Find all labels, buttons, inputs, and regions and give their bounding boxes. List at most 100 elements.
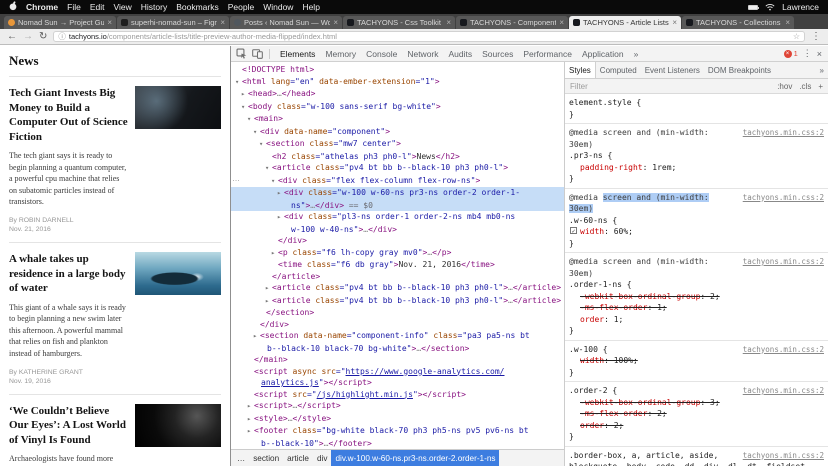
css-property[interactable]: -ms-flex-order: 2; <box>569 408 824 420</box>
menu-item-history[interactable]: History <box>141 2 167 12</box>
bookmark-star-icon[interactable]: ☆ <box>793 32 800 41</box>
browser-tab-active[interactable]: TACHYONS - Article Lists | Tit…× <box>569 16 681 29</box>
dom-tree-line[interactable]: ▾<article class="pv4 bt bb b--black-10 p… <box>231 162 564 175</box>
sidebar-tabs-overflow-icon[interactable]: » <box>816 62 828 78</box>
dom-tree-line[interactable]: ▸<div class="pl3-ns order-1 order-2-ns m… <box>231 211 564 224</box>
css-property[interactable]: order: 2; <box>569 420 824 432</box>
dom-tree-line[interactable]: ▸<footer class="bg-white black-70 ph3 ph… <box>231 425 564 438</box>
browser-tab[interactable]: TACHYONS - Components× <box>456 16 568 29</box>
dom-tree-line[interactable]: </main> <box>231 354 564 366</box>
expand-arrow-icon[interactable]: ▾ <box>253 127 260 139</box>
stylesheet-link[interactable]: tachyons.min.css:2 <box>743 192 824 204</box>
menu-item-view[interactable]: View <box>113 2 131 12</box>
sidebar-tab-computed[interactable]: Computed <box>596 62 641 78</box>
expand-arrow-icon[interactable]: ▸ <box>247 401 254 413</box>
expand-arrow-icon[interactable]: ▸ <box>265 296 272 308</box>
dom-tree-line-selected[interactable]: ns">…</div> == $0 <box>231 200 564 212</box>
css-property[interactable]: -ms-flex-order: 1; <box>569 302 824 314</box>
tabs-overflow-icon[interactable]: » <box>631 49 642 59</box>
dom-tree-line[interactable]: ▸<head>…</head> <box>231 88 564 101</box>
pseudo-state-toggle[interactable]: :hov <box>777 82 792 91</box>
tab-close-icon[interactable]: × <box>107 18 112 27</box>
browser-tab[interactable]: TACHYONS - Css Toolkit× <box>343 16 455 29</box>
css-property[interactable]: padding-right: 1rem; <box>569 162 824 174</box>
dom-tree-line[interactable]: ▸<article class="pv4 bt bb b--black-10 p… <box>231 295 564 308</box>
expand-arrow-icon[interactable]: ▾ <box>259 139 266 151</box>
tab-close-icon[interactable]: × <box>785 18 790 27</box>
tab-close-icon[interactable]: × <box>220 18 225 27</box>
devtools-tab-memory[interactable]: Memory <box>320 49 361 59</box>
devtools-tab-sources[interactable]: Sources <box>477 49 518 59</box>
menu-item-bookmarks[interactable]: Bookmarks <box>176 2 219 12</box>
browser-tab[interactable]: superhi-nomad-sun – Figma× <box>117 16 229 29</box>
expand-arrow-icon[interactable]: ▾ <box>271 176 278 188</box>
dom-tree-line[interactable]: ▾<div class="flex flex-column flex-row-n… <box>231 175 564 188</box>
reload-button[interactable]: ↻ <box>39 32 47 42</box>
css-property[interactable]: -webkit-box-ordinal-group: 2; <box>569 291 824 303</box>
dom-tree-line[interactable]: <script async src="https://www.google-an… <box>231 366 564 378</box>
browser-menu-icon[interactable]: ⋮ <box>811 32 821 42</box>
devtools-tab-audits[interactable]: Audits <box>444 49 478 59</box>
dom-tree-line[interactable]: ▾<div data-name="component"> <box>231 126 564 139</box>
sidebar-tab-event-listeners[interactable]: Event Listeners <box>641 62 704 78</box>
expand-arrow-icon[interactable]: ▾ <box>265 163 272 175</box>
new-style-rule-button[interactable]: + <box>818 82 823 91</box>
expand-arrow-icon[interactable]: ▾ <box>235 77 242 89</box>
apple-menu-icon[interactable] <box>9 1 17 13</box>
browser-tab[interactable]: Nomad Sun → Project Guide× <box>4 16 116 29</box>
menu-item-help[interactable]: Help <box>302 2 319 12</box>
stylesheet-link[interactable]: tachyons.min.css:2 <box>743 344 824 356</box>
dom-tree-line[interactable]: </div> <box>231 319 564 331</box>
dom-tree-line[interactable]: ▾<html lang="en" data-ember-extension="1… <box>231 76 564 89</box>
expand-arrow-icon[interactable]: ▾ <box>247 114 254 126</box>
omnibox[interactable]: ⓘ tachyons.io/components/article-lists/t… <box>53 31 805 42</box>
site-info-icon[interactable]: ⓘ <box>58 31 66 42</box>
devtools-tab-elements[interactable]: Elements <box>275 49 320 59</box>
back-button[interactable]: ← <box>7 32 17 42</box>
dom-tree-line[interactable]: ▸<article class="pv4 bt bb b--black-10 p… <box>231 282 564 295</box>
expand-arrow-icon[interactable]: ▸ <box>253 331 260 343</box>
dom-tree-line[interactable]: w-100 w-40-ns">…</div> <box>231 224 564 236</box>
browser-tab[interactable]: Posts ‹ Nomad Sun — WordP…× <box>230 16 342 29</box>
breadcrumb-item[interactable]: section <box>249 454 283 463</box>
breadcrumb-selected[interactable]: div.w-100.w-60-ns.pr3-ns.order-2.order-1… <box>331 450 499 466</box>
property-checkbox[interactable]: ✓ <box>570 227 577 234</box>
stylesheet-link[interactable]: tachyons.min.css:2 <box>743 450 824 462</box>
breadcrumb-item[interactable]: … <box>233 454 249 463</box>
dom-tree-line[interactable]: <h2 class="athelas ph3 ph0-l">News</h2> <box>231 151 564 163</box>
forward-button[interactable]: → <box>23 32 33 42</box>
tab-close-icon[interactable]: × <box>446 18 451 27</box>
stylesheet-link[interactable]: tachyons.min.css:2 <box>743 127 824 139</box>
menu-item-window[interactable]: Window <box>263 2 293 12</box>
dom-tree-line[interactable]: ▸<p class="f6 lh-copy gray mv0">…</p> <box>231 247 564 260</box>
menubar-user[interactable]: Lawrence <box>782 2 819 12</box>
dom-tree-line[interactable]: </div> <box>231 235 564 247</box>
devtools-close-icon[interactable]: × <box>817 49 822 59</box>
sidebar-tab-dom-breakpoints[interactable]: DOM Breakpoints <box>704 62 775 78</box>
menu-item-people[interactable]: People <box>228 2 254 12</box>
css-property[interactable]: width: 100%; <box>569 355 824 367</box>
devtools-tab-console[interactable]: Console <box>361 49 402 59</box>
tab-close-icon[interactable]: × <box>672 18 677 27</box>
css-property[interactable]: -webkit-box-ordinal-group: 3; <box>569 397 824 409</box>
expand-arrow-icon[interactable]: ▸ <box>277 212 284 224</box>
device-toolbar-icon[interactable] <box>250 48 264 60</box>
expand-arrow-icon[interactable]: ▸ <box>241 89 248 101</box>
css-property[interactable]: ✓width: 60%; <box>569 226 824 238</box>
expand-arrow-icon[interactable]: ▸ <box>271 248 278 260</box>
console-error-badge[interactable]: × 1 <box>784 49 798 58</box>
dom-tree-line[interactable]: analytics.js"></script> <box>231 377 564 389</box>
tab-close-icon[interactable]: × <box>333 18 338 27</box>
dom-tree-line[interactable]: ▾<main> <box>231 113 564 126</box>
expand-arrow-icon[interactable]: ▸ <box>265 283 272 295</box>
dom-tree-line[interactable]: <script src="/js/highlight.min.js"></scr… <box>231 389 564 401</box>
dom-tree-line[interactable]: b--black-10 black-70 bg-white">…</sectio… <box>231 343 564 355</box>
dom-tree-line[interactable]: ▸<section data-name="component-info" cla… <box>231 330 564 343</box>
stylesheet-link[interactable]: tachyons.min.css:2 <box>743 385 824 397</box>
expand-arrow-icon[interactable]: ▸ <box>247 426 254 438</box>
expand-arrow-icon[interactable]: ▸ <box>277 188 284 200</box>
dom-tree-line[interactable]: </section> <box>231 307 564 319</box>
browser-tab[interactable]: TACHYONS - Collections | Vid…× <box>682 16 794 29</box>
expand-arrow-icon[interactable]: ▾ <box>241 102 248 114</box>
menu-item-edit[interactable]: Edit <box>90 2 105 12</box>
